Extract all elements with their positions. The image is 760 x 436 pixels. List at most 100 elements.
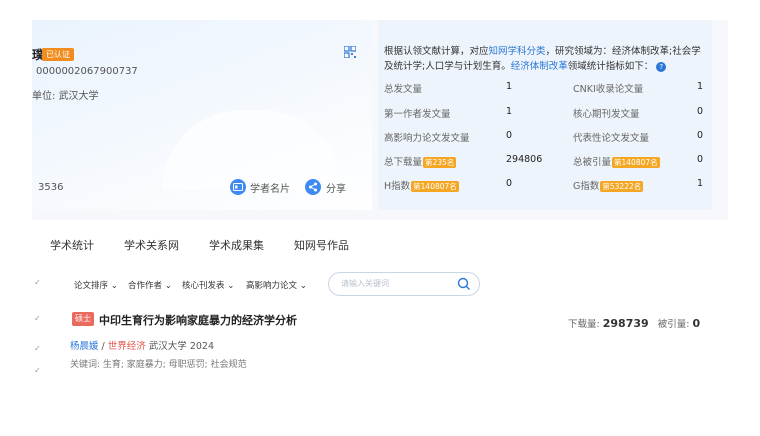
- tab-bar: 学术统计 学术关系网 学术成果集 知网号作品: [32, 220, 728, 270]
- tab-cnki-works[interactable]: 知网号作品: [294, 237, 349, 253]
- stat-label-text: 核心期刊发文量: [573, 109, 640, 120]
- keywords: 关键词: 生育; 家庭暴力; 母职惩罚; 社会规范: [70, 360, 247, 370]
- statistics-description: 根据认领文献计算，对应知网学科分类，研究领域为：经济体制改革;社会学及统计学;人…: [384, 44, 708, 74]
- subject-classification-link[interactable]: 知网学科分类: [489, 46, 546, 57]
- help-icon[interactable]: ?: [656, 61, 667, 72]
- thesis-type-badge: 硕士: [72, 312, 94, 326]
- stat-value: 0: [697, 154, 704, 165]
- tab-academic-stats[interactable]: 学术统计: [50, 237, 94, 253]
- stat-value: 0: [697, 106, 704, 117]
- high-impact-dropdown[interactable]: 高影响力论文 ⌄: [246, 279, 307, 291]
- stat-label: 总发文量: [384, 81, 422, 95]
- statistics-panel: 根据认领文献计算，对应知网学科分类，研究领域为：经济体制改革;社会学及统计学;人…: [378, 20, 712, 210]
- separator: /: [98, 341, 108, 352]
- paper-title-link[interactable]: 中印生育行为影响家庭暴力的经济学分析: [99, 312, 297, 328]
- background-decoration: [162, 110, 342, 190]
- coauthor-dropdown[interactable]: 合作作者 ⌄: [128, 279, 172, 291]
- stat-label: 核心期刊发文量: [573, 106, 640, 120]
- stat-label: 代表性论文发文量: [573, 130, 649, 144]
- core-journal-label: 核心刊发表: [182, 281, 225, 291]
- rank-badge: 第53222名: [600, 181, 644, 192]
- stat-row: 第一作者发文量 1 核心期刊发文量 0: [384, 106, 708, 120]
- stat-value: 1: [697, 178, 704, 189]
- cite-count: 0: [692, 317, 701, 330]
- affiliation-label: 单位:: [32, 91, 56, 102]
- stat-label-text: 总发文量: [384, 84, 423, 95]
- card-icon: [230, 179, 246, 195]
- scholar-id: 0000002067900737: [36, 66, 138, 77]
- profile-card: 璞 已认证 0000002067900737 单位: 武汉大学 3536 学者名…: [32, 20, 372, 210]
- stat-label: G指数 第53222名: [573, 178, 644, 192]
- stat-label-text: 代表性论文发文量: [573, 133, 650, 144]
- stat-value: 1: [697, 81, 704, 92]
- stat-row: 总下载量 第235名 294806 总被引量 第140807名 0: [384, 154, 708, 168]
- search-icon[interactable]: [457, 277, 471, 291]
- filter-bar: ✓ 论文排序 ⌄ 合作作者 ⌄ 核心刊发表 ⌄ 高影响力论文 ⌄ 请输入关键词: [32, 270, 728, 300]
- download-label: 下载量:: [568, 319, 600, 330]
- chevron-down-icon: ⌄: [299, 281, 307, 291]
- chevron-down-icon: ⌄: [110, 281, 118, 291]
- stat-row: H指数 第140807名 0 G指数 第53222名 1: [384, 178, 708, 192]
- stat-label-text: 高影响力论文发文量: [384, 133, 470, 144]
- search-input[interactable]: 请输入关键词: [341, 278, 389, 289]
- paper-meta: 杨晨媛 / 世界经济 武汉大学 2024: [70, 338, 214, 352]
- stat-value: 0: [506, 178, 513, 189]
- stat-label-text: CNKI收录论文量: [573, 84, 644, 95]
- scholar-card-button[interactable]: 学者名片: [230, 179, 290, 195]
- core-journal-dropdown[interactable]: 核心刊发表 ⌄: [182, 279, 234, 291]
- stat-label: 高影响力论文发文量: [384, 130, 470, 144]
- stat-label: 总被引量 第140807名: [573, 154, 660, 168]
- chevron-down-icon: ⌄: [227, 281, 235, 291]
- discipline-link[interactable]: 世界经济: [108, 341, 146, 352]
- share-icon: [305, 179, 321, 195]
- rank-badge: 第140807名: [411, 181, 459, 192]
- desc-text: 领域统计指标如下：: [567, 61, 654, 72]
- tab-academic-results[interactable]: 学术成果集: [209, 237, 264, 253]
- share-button[interactable]: 分享: [305, 179, 346, 195]
- side-marker: ✓: [34, 314, 41, 323]
- side-marker: ✓: [34, 344, 41, 353]
- cite-label: 被引量:: [657, 319, 690, 330]
- profile-number: 3536: [38, 182, 64, 193]
- sort-dropdown[interactable]: 论文排序 ⌄: [74, 279, 118, 291]
- result-list: ✓ ✓ ✓ 硕士 中印生育行为影响家庭暴力的经济学分析 杨晨媛 / 世界经济 武…: [32, 300, 728, 416]
- stat-row: 高影响力论文发文量 0 代表性论文发文量 0: [384, 130, 708, 144]
- field-link[interactable]: 经济体制改革: [511, 61, 568, 72]
- stat-label-text: H指数: [384, 181, 411, 192]
- stat-row: 总发文量 1 CNKI收录论文量 1: [384, 81, 708, 95]
- stat-label-text: 总下载量: [384, 157, 423, 168]
- rank-badge: 第235名: [423, 157, 457, 168]
- stat-value: 1: [506, 81, 513, 92]
- paper-stats: 下载量: 298739 被引量: 0: [568, 316, 700, 330]
- verified-badge: 已认证: [42, 48, 74, 61]
- affiliation: 单位: 武汉大学: [32, 87, 99, 102]
- stat-value: 0: [697, 130, 704, 141]
- desc-text: 根据认领文献计算，对应: [384, 46, 489, 57]
- page: 璞 已认证 0000002067900737 单位: 武汉大学 3536 学者名…: [0, 0, 760, 436]
- tab-academic-network[interactable]: 学术关系网: [124, 237, 179, 253]
- stat-label: H指数 第140807名: [384, 178, 459, 192]
- scholar-page: 璞 已认证 0000002067900737 单位: 武汉大学 3536 学者名…: [32, 20, 728, 416]
- download-count: 298739: [602, 317, 649, 330]
- share-label: 分享: [326, 183, 346, 195]
- source-text: 武汉大学 2024: [145, 341, 214, 352]
- stat-label: 总下载量 第235名: [384, 154, 457, 168]
- stat-label-text: G指数: [573, 181, 600, 192]
- scholar-card-label: 学者名片: [250, 183, 290, 195]
- affiliation-value: 武汉大学: [58, 91, 99, 102]
- high-impact-label: 高影响力论文: [246, 281, 298, 291]
- author-link[interactable]: 杨晨媛: [70, 341, 99, 352]
- side-marker: ✓: [34, 278, 41, 287]
- stat-label-text: 第一作者发文量: [384, 109, 451, 120]
- coauthor-label: 合作作者: [128, 281, 163, 291]
- stat-label: CNKI收录论文量: [573, 81, 643, 95]
- qr-code-icon[interactable]: [344, 46, 356, 58]
- stat-label-text: 总被引量: [573, 157, 612, 168]
- chevron-down-icon: ⌄: [164, 281, 172, 291]
- stat-value: 294806: [506, 154, 543, 165]
- rank-badge: 第140807名: [612, 157, 660, 168]
- sort-label: 论文排序: [74, 281, 109, 291]
- search-box[interactable]: 请输入关键词: [328, 272, 480, 296]
- stat-value: 1: [506, 106, 513, 117]
- stat-label: 第一作者发文量: [384, 106, 451, 120]
